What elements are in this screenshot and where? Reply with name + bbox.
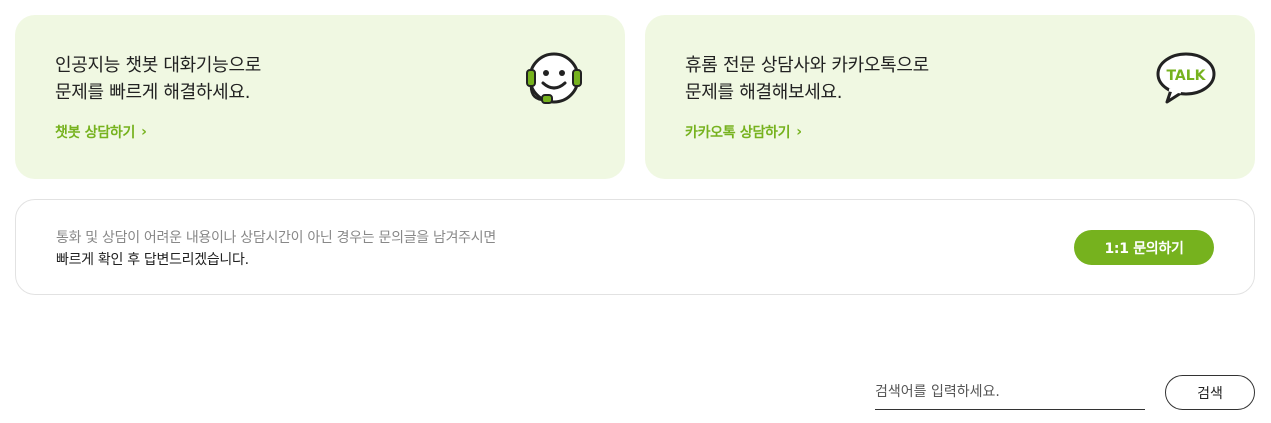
kakao-consult-link[interactable]: 카카오톡 상담하기 › <box>685 122 802 142</box>
kakao-card-line2: 문제를 해결해보세요. <box>685 82 843 103</box>
one-to-one-inquiry-button[interactable]: 1:1 문의하기 <box>1074 230 1214 265</box>
search-button[interactable]: 검색 <box>1165 375 1255 410</box>
chatbot-headset-icon <box>525 48 587 116</box>
inquiry-message-line2: 빠르게 확인 후 답변드리겠습니다. <box>56 252 249 268</box>
chatbot-card-line2: 문제를 빠르게 해결하세요. <box>55 82 251 103</box>
chatbot-card: 인공지능 챗봇 대화기능으로 문제를 빠르게 해결하세요. 챗봇 상담하기 › <box>15 15 625 179</box>
kakaotalk-icon-text: TALK <box>1166 68 1206 84</box>
kakaotalk-icon: TALK <box>1155 50 1217 116</box>
kakao-card-line1: 휴롬 전문 상담사와 카카오톡으로 <box>685 55 929 76</box>
chevron-right-icon: › <box>796 124 802 140</box>
kakao-card: 휴롬 전문 상담사와 카카오톡으로 문제를 해결해보세요. 카카오톡 상담하기 … <box>645 15 1255 179</box>
kakao-card-text: 휴롬 전문 상담사와 카카오톡으로 문제를 해결해보세요. <box>685 52 929 106</box>
inquiry-message: 통화 및 상담이 어려운 내용이나 상담시간이 아닌 경우는 문의글을 남겨주시… <box>56 227 496 271</box>
chatbot-card-line1: 인공지능 챗봇 대화기능으로 <box>55 55 261 76</box>
chevron-right-icon: › <box>141 124 147 140</box>
chatbot-consult-link[interactable]: 챗봇 상담하기 › <box>55 122 147 142</box>
inquiry-message-line1: 통화 및 상담이 어려운 내용이나 상담시간이 아닌 경우는 문의글을 남겨주시… <box>56 230 496 246</box>
inquiry-box: 통화 및 상담이 어려운 내용이나 상담시간이 아닌 경우는 문의글을 남겨주시… <box>15 199 1255 295</box>
search-input[interactable] <box>875 375 1145 410</box>
kakao-consult-link-label: 카카오톡 상담하기 <box>685 125 791 141</box>
chatbot-consult-link-label: 챗봇 상담하기 <box>55 125 136 141</box>
chatbot-card-text: 인공지능 챗봇 대화기능으로 문제를 빠르게 해결하세요. <box>55 52 261 106</box>
